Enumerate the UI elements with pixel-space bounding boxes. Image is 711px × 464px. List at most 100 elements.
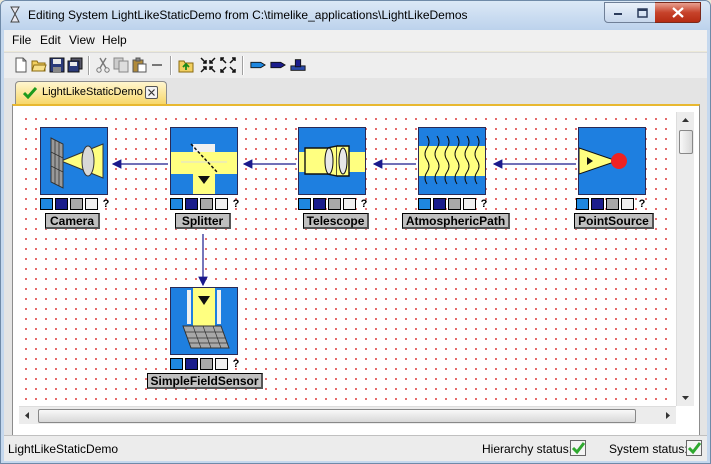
parameter-port[interactable]: [606, 198, 619, 210]
maximize-icon: [637, 7, 648, 18]
parameter-port[interactable]: [70, 198, 83, 210]
input-port[interactable]: [170, 198, 183, 210]
copy-icon[interactable]: [113, 57, 129, 73]
open-icon[interactable]: [31, 57, 47, 73]
app-icon: [10, 6, 20, 23]
port-strip-splitter: ?: [170, 198, 245, 212]
field-sensor-icon: [182, 288, 230, 349]
state-port[interactable]: [343, 198, 356, 210]
go-up-icon[interactable]: [178, 57, 194, 73]
app-window: Editing System LightLikeStaticDemo from …: [0, 0, 711, 464]
splitter-icon: [171, 143, 237, 194]
telescope-icon: [299, 145, 365, 177]
checkmark-icon: [23, 87, 37, 99]
state-port[interactable]: [215, 198, 228, 210]
output-port[interactable]: [185, 198, 198, 210]
system-status-label: System status:: [609, 442, 688, 456]
toolbar-separator: [88, 56, 90, 75]
vertical-scrollbar[interactable]: [676, 112, 694, 406]
status-bar: LightLikeStaticDemo Hierarchy status: Sy…: [4, 435, 707, 461]
delete-icon[interactable]: [149, 57, 165, 73]
save-icon[interactable]: [49, 57, 65, 73]
menu-file[interactable]: File: [12, 33, 31, 47]
state-port[interactable]: [85, 198, 98, 210]
minimize-icon: [614, 12, 622, 15]
input-port[interactable]: [170, 358, 183, 370]
output-port[interactable]: [313, 198, 326, 210]
help-button[interactable]: ?: [229, 358, 243, 370]
block-camera[interactable]: [40, 127, 108, 195]
hierarchy-status-label: Hierarchy status:: [482, 442, 573, 456]
state-port[interactable]: [463, 198, 476, 210]
diagram-canvas[interactable]: ? Camera ? Splitter ? Telescope ? Atmosp…: [19, 112, 673, 406]
output-port[interactable]: [433, 198, 446, 210]
cut-icon[interactable]: [95, 57, 111, 73]
tab-area: LightLikeStaticDemo ? Camera ? Splitter …: [4, 78, 707, 451]
client-area: File Edit View Help LightLikeStaticDemo …: [4, 30, 707, 461]
parameter-port[interactable]: [328, 198, 341, 210]
input-port[interactable]: [40, 198, 53, 210]
system-status-ok-icon: [686, 440, 702, 456]
expand-icon[interactable]: [220, 57, 236, 73]
help-button[interactable]: ?: [357, 198, 371, 210]
menu-view[interactable]: View: [69, 33, 95, 47]
output-port[interactable]: [591, 198, 604, 210]
help-button[interactable]: ?: [477, 198, 491, 210]
status-system-name: LightLikeStaticDemo: [8, 442, 119, 456]
block-simplefieldsensor[interactable]: [170, 287, 238, 355]
new-icon[interactable]: [13, 57, 29, 73]
port-strip-simplefieldsensor: ?: [170, 358, 245, 372]
hierarchy-status-ok-icon: [570, 440, 586, 456]
toolbar-separator: [242, 56, 244, 75]
block-label-simplefieldsensor: SimpleFieldSensor: [147, 373, 263, 389]
menu-help[interactable]: Help: [102, 33, 127, 47]
scroll-right-icon[interactable]: [659, 407, 676, 424]
block-label-camera: Camera: [45, 213, 100, 229]
horizontal-scroll-thumb[interactable]: [38, 409, 636, 423]
close-button[interactable]: [655, 2, 701, 23]
paste-icon[interactable]: [131, 57, 147, 73]
help-button[interactable]: ?: [99, 198, 113, 210]
horizontal-scrollbar[interactable]: [19, 406, 676, 424]
vertical-scroll-thumb[interactable]: [679, 130, 693, 154]
title-bar[interactable]: Editing System LightLikeStaticDemo from …: [1, 1, 710, 30]
help-button[interactable]: ?: [635, 198, 649, 210]
output-port-icon[interactable]: [270, 57, 286, 73]
scroll-down-icon[interactable]: [677, 389, 694, 406]
input-port[interactable]: [418, 198, 431, 210]
tab-label: LightLikeStaticDemo: [42, 86, 143, 98]
tab-panel: ? Camera ? Splitter ? Telescope ? Atmosp…: [12, 104, 700, 451]
run-icon[interactable]: [290, 57, 306, 73]
input-port[interactable]: [298, 198, 311, 210]
collapse-icon[interactable]: [200, 57, 216, 73]
block-splitter[interactable]: [170, 127, 238, 195]
block-label-telescope: Telescope: [303, 213, 369, 229]
parameter-port[interactable]: [200, 198, 213, 210]
state-port[interactable]: [621, 198, 634, 210]
input-port[interactable]: [576, 198, 589, 210]
block-pointsource[interactable]: [578, 127, 646, 195]
menu-edit[interactable]: Edit: [40, 33, 61, 47]
block-label-pointsource: PointSource: [574, 213, 654, 229]
save-all-icon[interactable]: [67, 57, 83, 73]
block-telescope[interactable]: [298, 127, 366, 195]
parameter-port[interactable]: [200, 358, 213, 370]
tab-lightlikestaticdemo[interactable]: LightLikeStaticDemo: [15, 81, 167, 104]
minimize-button[interactable]: [604, 2, 632, 23]
tab-close-button[interactable]: [145, 86, 158, 99]
toolbar: [4, 52, 707, 79]
block-atmosphericpath[interactable]: [418, 127, 486, 195]
camera-icon: [50, 137, 104, 189]
help-button[interactable]: ?: [229, 198, 243, 210]
scroll-up-icon[interactable]: [677, 112, 694, 129]
output-port[interactable]: [185, 358, 198, 370]
maximize-button[interactable]: [630, 2, 656, 23]
parameter-port[interactable]: [448, 198, 461, 210]
scroll-left-icon[interactable]: [19, 407, 36, 424]
port-strip-camera: ?: [40, 198, 115, 212]
output-port[interactable]: [55, 198, 68, 210]
state-port[interactable]: [215, 358, 228, 370]
atmospheric-path-icon: [419, 135, 485, 185]
input-port-icon[interactable]: [250, 57, 266, 73]
menu-bar: File Edit View Help: [4, 30, 707, 51]
